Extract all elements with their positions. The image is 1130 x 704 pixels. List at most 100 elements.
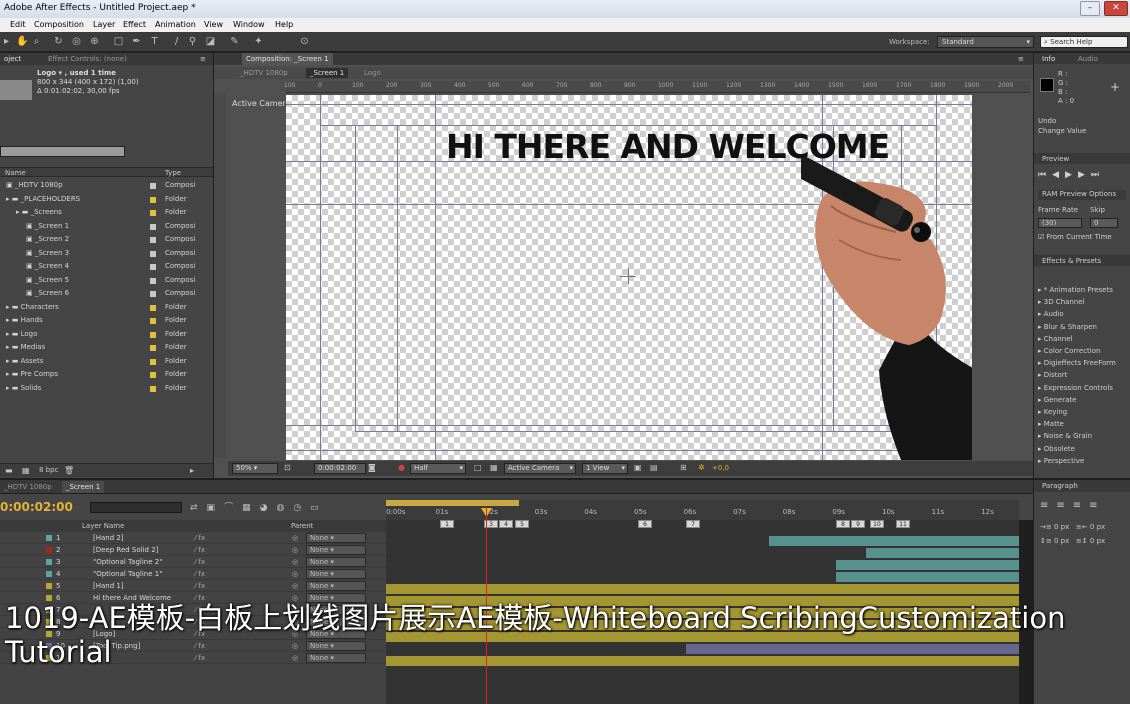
play-icon[interactable]: ▶ [1065, 170, 1078, 180]
composition-canvas[interactable]: HI THERE AND WELCOME [286, 95, 972, 460]
layer-name[interactable]: [Hand 2] [93, 532, 124, 544]
ram-preview-options[interactable]: RAM Preview Options [1038, 190, 1126, 200]
bpc-label[interactable]: 8 bpc [39, 466, 58, 474]
tab-project[interactable]: oject [0, 53, 25, 65]
frame-blending-icon[interactable]: ▦ [242, 503, 260, 513]
effects-category[interactable]: ▸ Noise & Grain [1038, 432, 1092, 440]
label-color-swatch[interactable] [150, 277, 156, 284]
panel-menu-icon[interactable]: ≡ [1014, 53, 1028, 65]
column-parent[interactable]: Parent [291, 522, 313, 530]
layer-label-color[interactable] [46, 547, 52, 553]
project-item[interactable]: ▣ _Screen 5 Composi [0, 274, 200, 287]
menu-view[interactable]: View [204, 20, 223, 29]
layer-switches[interactable]: ⁄ fx [195, 544, 205, 556]
pickwhip-icon[interactable]: ◎ [292, 580, 298, 592]
menu-composition[interactable]: Composition [34, 20, 84, 29]
layer-switches[interactable]: ⁄ fx [195, 532, 205, 544]
project-item[interactable]: ▸ ▬ Pre Comps Folder [0, 368, 200, 381]
effects-category[interactable]: ▸ Generate [1038, 396, 1076, 404]
space-before-value[interactable]: 0 px [1054, 537, 1069, 545]
align-center-icon[interactable]: ≡ [1056, 500, 1072, 511]
column-layer-name[interactable]: Layer Name [82, 522, 124, 530]
rotate-tool-icon[interactable]: ↻ [52, 35, 65, 48]
current-time-field[interactable]: 0:00:02:00 [314, 463, 366, 474]
menu-edit[interactable]: Edit [10, 20, 26, 29]
view-layout-select[interactable]: 1 View ▾ [582, 463, 628, 474]
selection-tool-icon[interactable]: ▸ [0, 35, 13, 48]
comp-marker[interactable]: 1 [440, 520, 454, 528]
indent-right-value[interactable]: 0 px [1090, 523, 1105, 531]
effects-category[interactable]: ▸ Audio [1038, 310, 1064, 318]
align-right-icon[interactable]: ≡ [1073, 500, 1089, 511]
label-color-swatch[interactable] [150, 183, 156, 189]
resolution-select[interactable]: Half ▾ [410, 463, 466, 474]
last-frame-icon[interactable]: ⏭ [1091, 170, 1105, 180]
fast-previews-icon[interactable]: ▤ [650, 463, 658, 472]
timeline-layer-row[interactable]: 1 [Hand 2] ⁄ fx ◎ None ▾ [0, 532, 386, 544]
brainstorm-icon[interactable]: ◍ [276, 503, 293, 513]
menu-help[interactable]: Help [275, 20, 293, 29]
first-frame-icon[interactable]: ⏮ [1038, 170, 1052, 180]
project-item[interactable]: ▸ ▬ Medias Folder [0, 341, 200, 354]
project-item[interactable]: ▸ ▬ Characters Folder [0, 301, 200, 314]
layer-parent-select[interactable]: None ▾ [306, 581, 366, 591]
comp-marker[interactable]: 7 [686, 520, 700, 528]
prev-frame-icon[interactable]: ◀ [1052, 170, 1065, 180]
timeline-search-input[interactable] [90, 502, 182, 513]
comp-marker[interactable]: 5 [515, 520, 529, 528]
zoom-select[interactable]: 50% ▾ [232, 463, 278, 474]
menu-animation[interactable]: Animation [155, 20, 196, 29]
layer-name[interactable]: [Hand 1] [93, 580, 124, 592]
pan-behind-tool-icon[interactable]: ⊕ [88, 35, 101, 48]
snapshot-icon[interactable]: ◙ [368, 463, 376, 472]
tab-effects-presets[interactable]: Effects & Presets [1038, 255, 1105, 267]
layer-switches[interactable]: ⁄ fx [195, 568, 205, 580]
effects-category[interactable]: ▸ Distort [1038, 371, 1067, 379]
exposure-value[interactable]: +0,0 [712, 464, 729, 472]
menu-window[interactable]: Window [233, 20, 265, 29]
effects-category[interactable]: ▸ * Animation Presets [1038, 286, 1113, 294]
column-type[interactable]: Type [165, 169, 181, 177]
safe-zones-icon[interactable]: ⊡ [284, 463, 291, 472]
search-help-input[interactable]: ⌕ Search Help [1040, 36, 1128, 48]
timeline-layer-row[interactable]: 4 "Optional Tagline 1" ⁄ fx ◎ None ▾ [0, 568, 386, 580]
draft-3d-icon[interactable]: ▣ [207, 503, 225, 513]
justify-icon[interactable]: ≡ [1089, 500, 1105, 511]
comp-mini-flowchart-icon[interactable]: ⇄ [190, 503, 207, 513]
work-area-bar[interactable] [386, 500, 519, 506]
pickwhip-icon[interactable]: ◎ [292, 568, 298, 580]
label-color-swatch[interactable] [150, 223, 156, 230]
timeline-ruler[interactable] [386, 500, 1019, 520]
label-color-swatch[interactable] [150, 291, 156, 297]
effects-category[interactable]: ▸ Perspective [1038, 457, 1084, 465]
project-item[interactable]: ▸ ▬ Assets Folder [0, 355, 200, 368]
layer-duration-bar[interactable] [866, 548, 1019, 558]
label-color-swatch[interactable] [150, 331, 156, 338]
project-item[interactable]: ▸ ▬ Hands Folder [0, 314, 200, 327]
tab-hdtv[interactable]: _HDTV 1080p [0, 481, 56, 493]
indent-left-value[interactable]: 0 px [1054, 523, 1069, 531]
axis-mode-icon[interactable]: ⊙ [298, 35, 311, 48]
label-color-swatch[interactable] [150, 196, 156, 203]
clone-tool-icon[interactable]: ⚲ [186, 35, 199, 48]
layer-duration-bar[interactable] [836, 572, 1019, 582]
text-tool-icon[interactable]: T [148, 35, 161, 48]
roto-brush-icon[interactable]: ✎ [228, 35, 241, 48]
scroll-right-icon[interactable]: ▸ [190, 466, 194, 475]
timeline-current-time[interactable]: 0:00:02:00 [0, 500, 73, 514]
tab-audio[interactable]: Audio [1074, 53, 1102, 65]
next-frame-icon[interactable]: ▶ [1078, 170, 1091, 180]
project-item[interactable]: ▸ ▬ Solids Folder [0, 382, 200, 395]
label-color-swatch[interactable] [150, 358, 156, 365]
comp-marker[interactable]: 8 [836, 520, 850, 528]
effects-category[interactable]: ▸ 3D Channel [1038, 298, 1085, 306]
color-channel-icon[interactable]: ● [398, 463, 405, 472]
layer-label-color[interactable] [46, 535, 52, 541]
tab-info[interactable]: Info [1038, 53, 1059, 65]
label-color-swatch[interactable] [150, 372, 156, 378]
comp-marker[interactable]: 10 [870, 520, 884, 528]
region-of-interest-icon[interactable]: □ [474, 463, 482, 472]
layer-parent-select[interactable]: None ▾ [306, 569, 366, 579]
label-color-swatch[interactable] [150, 304, 156, 311]
label-color-swatch[interactable] [150, 210, 156, 216]
